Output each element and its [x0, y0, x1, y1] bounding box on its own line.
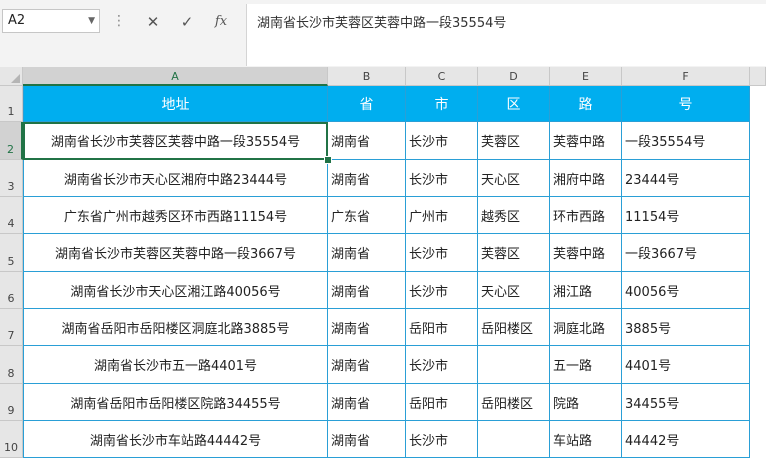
- table-cell[interactable]: 环市西路: [550, 197, 622, 234]
- table-cell[interactable]: 洞庭北路: [550, 309, 622, 346]
- table-cell[interactable]: 湖南省岳阳市岳阳楼区院路34455号: [23, 384, 328, 421]
- table-cell[interactable]: 五一路: [550, 346, 622, 384]
- column-header-f[interactable]: F: [622, 67, 750, 86]
- table-cell[interactable]: 湖南省长沙市五一路4401号: [23, 346, 328, 384]
- table-cell[interactable]: [478, 346, 550, 384]
- table-cell[interactable]: 长沙市: [406, 421, 478, 458]
- insert-function-icon[interactable]: fx: [206, 9, 236, 35]
- formula-input[interactable]: 湖南省长沙市芙蓉区芙蓉中路一段35554号: [246, 4, 766, 66]
- column-header-c[interactable]: C: [406, 67, 478, 86]
- table-cell[interactable]: 湖南省: [328, 272, 406, 309]
- table-cell[interactable]: [478, 421, 550, 458]
- table-cell[interactable]: 长沙市: [406, 234, 478, 272]
- row-header-2[interactable]: 2: [0, 122, 23, 160]
- table-cell[interactable]: 湖南省: [328, 160, 406, 197]
- header-cell[interactable]: 号: [622, 86, 750, 122]
- column-header-d[interactable]: D: [478, 67, 550, 86]
- table-cell[interactable]: 芙蓉区: [478, 122, 550, 160]
- table-cell[interactable]: 34455号: [622, 384, 750, 421]
- row-number: 10: [4, 441, 18, 454]
- table-cell[interactable]: 湖南省: [328, 122, 406, 160]
- chevron-down-icon[interactable]: ▼: [88, 10, 95, 32]
- table-cell[interactable]: 岳阳楼区: [478, 384, 550, 421]
- table-cell[interactable]: 3885号: [622, 309, 750, 346]
- table-cell[interactable]: 院路: [550, 384, 622, 421]
- column-header-b[interactable]: B: [328, 67, 406, 86]
- table-cell[interactable]: 车站路: [550, 421, 622, 458]
- row-number: 6: [7, 292, 15, 305]
- header-cell[interactable]: 市: [406, 86, 478, 122]
- table-cell[interactable]: 天心区: [478, 272, 550, 309]
- row-header-5[interactable]: 5: [0, 234, 23, 272]
- table-cell[interactable]: 湖南省长沙市芙蓉区芙蓉中路一段3667号: [23, 234, 328, 272]
- row-header-1[interactable]: 1: [0, 86, 23, 122]
- table-cell[interactable]: 天心区: [478, 160, 550, 197]
- row-header-9[interactable]: 9: [0, 384, 23, 421]
- active-cell[interactable]: 湖南省长沙市芙蓉区芙蓉中路一段35554号: [23, 122, 328, 160]
- enter-icon[interactable]: ✓: [172, 9, 202, 35]
- row-number: 8: [7, 367, 15, 380]
- table-cell[interactable]: 一段35554号: [622, 122, 750, 160]
- table-cell[interactable]: 湖南省: [328, 421, 406, 458]
- header-cell[interactable]: 省: [328, 86, 406, 122]
- column-header-e[interactable]: E: [550, 67, 622, 86]
- name-box-value: A2: [8, 13, 26, 28]
- row-header-8[interactable]: 8: [0, 346, 23, 384]
- table-cell[interactable]: 湖南省长沙市车站路44442号: [23, 421, 328, 458]
- select-all-button[interactable]: [0, 67, 23, 86]
- table-cell[interactable]: 广州市: [406, 197, 478, 234]
- table-cell[interactable]: 芙蓉中路: [550, 234, 622, 272]
- fill-handle[interactable]: [324, 156, 332, 164]
- table-cell[interactable]: 湖南省: [328, 234, 406, 272]
- row-header-4[interactable]: 4: [0, 197, 23, 234]
- table-cell[interactable]: 湘府中路: [550, 160, 622, 197]
- table-cell[interactable]: 广东省广州市越秀区环市西路11154号: [23, 197, 328, 234]
- table-cell[interactable]: 一段3667号: [622, 234, 750, 272]
- table-cell[interactable]: 芙蓉中路: [550, 122, 622, 160]
- table-cell[interactable]: 湖南省: [328, 384, 406, 421]
- header-cell[interactable]: 路: [550, 86, 622, 122]
- row-header-6[interactable]: 6: [0, 272, 23, 309]
- table-cell[interactable]: 广东省: [328, 197, 406, 234]
- table-cell[interactable]: 湖南省长沙市天心区湘府中路23444号: [23, 160, 328, 197]
- table-cell[interactable]: 4401号: [622, 346, 750, 384]
- table-cell[interactable]: 23444号: [622, 160, 750, 197]
- table-cell[interactable]: 11154号: [622, 197, 750, 234]
- table-cell[interactable]: 芙蓉区: [478, 234, 550, 272]
- table-cell[interactable]: 长沙市: [406, 160, 478, 197]
- table-cell[interactable]: 湖南省: [328, 346, 406, 384]
- header-cell[interactable]: 区: [478, 86, 550, 122]
- column-header-blank: [750, 67, 766, 86]
- table-cell[interactable]: 长沙市: [406, 122, 478, 160]
- row-number: 9: [7, 404, 15, 417]
- more-options-icon: ⋮: [112, 13, 126, 29]
- column-header-a[interactable]: A: [23, 67, 328, 86]
- row-number: 1: [7, 105, 15, 118]
- cancel-icon[interactable]: ✕: [138, 9, 168, 35]
- table-cell[interactable]: 湖南省岳阳市岳阳楼区洞庭北路3885号: [23, 309, 328, 346]
- table-cell[interactable]: 湖南省: [328, 309, 406, 346]
- row-header-10[interactable]: 10: [0, 421, 23, 458]
- table-cell[interactable]: 岳阳市: [406, 309, 478, 346]
- table-cell[interactable]: 40056号: [622, 272, 750, 309]
- table-cell[interactable]: 长沙市: [406, 272, 478, 309]
- formula-tools: ✕ ✓ fx: [132, 9, 240, 35]
- table-cell[interactable]: 岳阳楼区: [478, 309, 550, 346]
- row-number: 7: [7, 329, 15, 342]
- row-number: 5: [7, 255, 15, 268]
- table-cell[interactable]: 岳阳市: [406, 384, 478, 421]
- table-cell[interactable]: 44442号: [622, 421, 750, 458]
- table-cell[interactable]: 越秀区: [478, 197, 550, 234]
- row-number: 3: [7, 180, 15, 193]
- table-cell[interactable]: 湘江路: [550, 272, 622, 309]
- row-number: 4: [7, 217, 15, 230]
- row-number: 2: [7, 143, 14, 156]
- table-cell[interactable]: 湖南省长沙市天心区湘江路40056号: [23, 272, 328, 309]
- row-header-7[interactable]: 7: [0, 309, 23, 346]
- name-box[interactable]: A2 ▼: [2, 9, 100, 33]
- table-cell[interactable]: 长沙市: [406, 346, 478, 384]
- formula-bar: A2 ▼ ⋮ ✕ ✓ fx 湖南省长沙市芙蓉区芙蓉中路一段35554号: [0, 0, 766, 67]
- row-header-3[interactable]: 3: [0, 160, 23, 197]
- header-cell[interactable]: 地址: [23, 86, 328, 122]
